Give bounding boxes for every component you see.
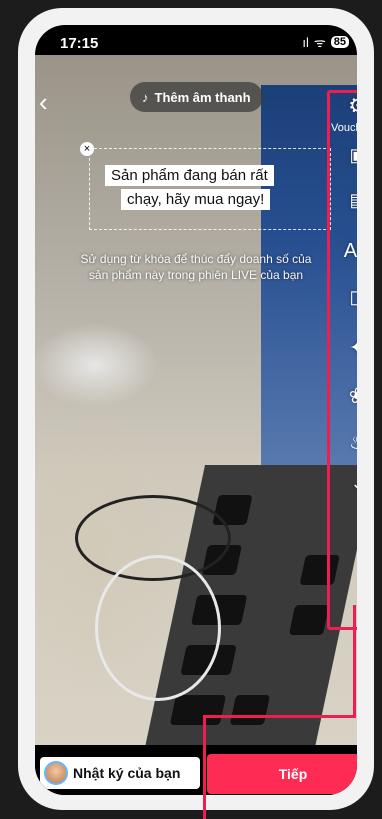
- signal-icon: ıl: [302, 34, 309, 50]
- cable-decoration: [95, 555, 221, 701]
- music-note-icon: ♪: [142, 89, 149, 105]
- notch: [132, 25, 260, 51]
- live-icon[interactable]: ▤: [343, 190, 357, 211]
- settings-icon[interactable]: ⚙: [343, 93, 357, 119]
- close-icon[interactable]: ×: [80, 142, 94, 156]
- next-label: Tiếp: [278, 766, 308, 782]
- chevron-down-icon[interactable]: ⌄: [343, 473, 357, 494]
- voucher-label: Vouche: [331, 122, 357, 134]
- battery-icon: 85: [330, 36, 349, 48]
- wifi-icon: ᯤ: [313, 35, 326, 50]
- status-time: 17:15: [60, 35, 99, 52]
- voice-icon[interactable]: ♨: [343, 430, 357, 455]
- text-sticker-line-2[interactable]: chạy, hãy mua ngay!: [121, 189, 271, 210]
- effects-icon[interactable]: ✦: [343, 335, 357, 361]
- avatar: [44, 761, 68, 785]
- phone-screen: 17:15 ıl ᯤ 85 ‹ ♪ Thêm âm thanh × Sản ph…: [35, 25, 357, 795]
- journal-label: Nhật ký của bạn: [73, 765, 181, 781]
- annotation-connector: [353, 605, 356, 718]
- text-icon[interactable]: Aa: [341, 240, 357, 263]
- status-icons: ıl ᯤ 85: [302, 33, 349, 51]
- annotation-connector: [203, 715, 356, 718]
- add-sound-button[interactable]: ♪ Thêm âm thanh: [130, 82, 263, 112]
- sticker-icon[interactable]: ◫: [343, 287, 357, 308]
- voucher-icon[interactable]: ▣: [343, 145, 357, 166]
- keyword-hint-caption: Sử dụng từ khóa để thúc đẩy doanh số của…: [80, 252, 312, 282]
- next-button[interactable]: Tiếp: [207, 754, 357, 794]
- journal-button[interactable]: Nhật ký của bạn: [40, 757, 200, 789]
- add-sound-label: Thêm âm thanh: [154, 89, 251, 105]
- text-sticker-line-1[interactable]: Sản phẩm đang bán rất: [105, 165, 274, 186]
- back-chevron-icon[interactable]: ‹: [39, 87, 48, 118]
- filters-icon[interactable]: ❀: [343, 383, 357, 409]
- annotation-connector: [203, 715, 206, 819]
